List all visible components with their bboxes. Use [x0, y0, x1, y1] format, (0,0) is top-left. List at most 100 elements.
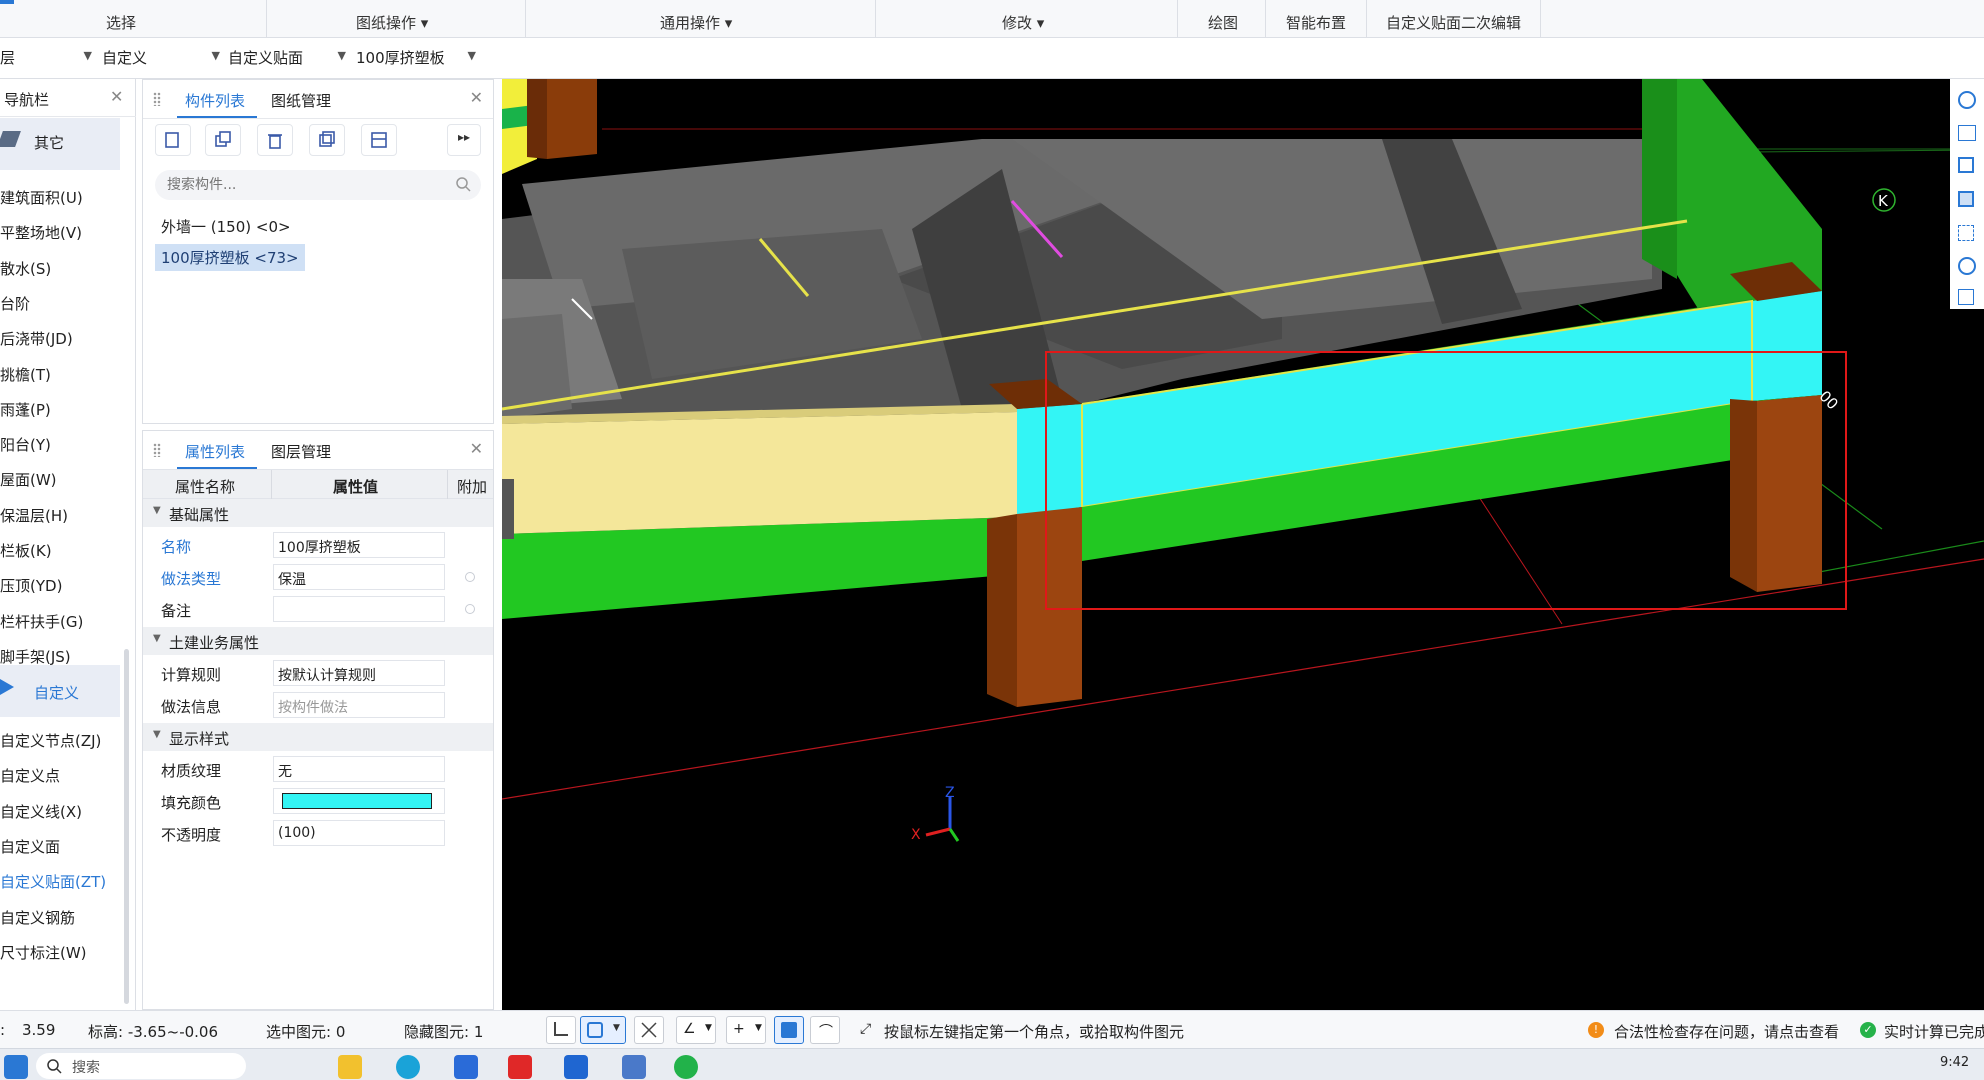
check-icon: ✓	[1860, 1022, 1876, 1038]
prop-name-value[interactable]: 100厚挤塑板	[273, 532, 445, 558]
nav-item[interactable]: 阳台(Y)	[0, 434, 51, 455]
2d-view-icon[interactable]	[1958, 125, 1976, 141]
group-basic-properties[interactable]: ▼ 基础属性	[143, 499, 493, 527]
store-icon[interactable]	[454, 1055, 478, 1079]
close-icon[interactable]: ✕	[470, 88, 483, 107]
nav-item[interactable]: 后浇带(JD)	[0, 328, 73, 349]
nav-item[interactable]: 雨蓬(P)	[0, 399, 51, 420]
nav-item[interactable]: 建筑面积(U)	[0, 187, 83, 208]
floor-select[interactable]: 层 ▼	[0, 47, 92, 71]
status-warning[interactable]: 合法性检查存在问题，请点击查看	[1614, 1021, 1839, 1042]
nav-item[interactable]: 自定义线(X)	[0, 801, 82, 822]
nav-item[interactable]: 自定义节点(ZJ)	[0, 730, 101, 751]
box-view-icon[interactable]	[1958, 157, 1974, 173]
category-select[interactable]: 自定义 ▼	[102, 47, 220, 71]
offset-toggle[interactable]: + ▼	[726, 1016, 766, 1044]
tab-drawing-management[interactable]: 图纸管理	[271, 90, 331, 111]
nav-group-custom[interactable]: 自定义	[34, 682, 79, 703]
nav-item[interactable]: 栏杆扶手(G)	[0, 611, 83, 632]
tab-component-list[interactable]: 构件列表	[185, 90, 245, 111]
drag-handle-icon[interactable]	[153, 443, 161, 457]
zoom-window-icon[interactable]	[1958, 225, 1974, 241]
prop-method-type-value[interactable]: 保温	[273, 564, 445, 590]
axis-label-k: K	[1878, 192, 1889, 210]
ribbon-select[interactable]: 选择	[106, 12, 136, 33]
attach-checkbox[interactable]	[465, 604, 475, 614]
cross-toggle[interactable]	[634, 1016, 664, 1044]
prop-label: 计算规则	[161, 666, 222, 684]
prop-remark-value[interactable]	[273, 596, 445, 622]
tab-layer-management[interactable]: 图层管理	[271, 441, 331, 462]
delete-component-button[interactable]	[257, 124, 293, 156]
rotate-view-icon[interactable]	[1958, 257, 1976, 275]
nav-item[interactable]: 压顶(YD)	[0, 575, 62, 596]
nav-item[interactable]: 脚手架(JS)	[0, 646, 71, 667]
prop-texture-value[interactable]: 无	[273, 756, 445, 782]
nav-item[interactable]: 尺寸标注(W)	[0, 942, 87, 963]
prop-opacity-value[interactable]: (100)	[273, 820, 445, 846]
component-item-selected[interactable]: 100厚挤塑板 <73>	[155, 244, 305, 271]
solid-view-icon[interactable]	[1958, 191, 1974, 207]
nav-group-other[interactable]: 其它	[34, 132, 64, 153]
status-scale-prefix: :	[0, 1021, 6, 1039]
ribbon-modify[interactable]: 修改 ▾	[1002, 12, 1044, 33]
snap-toggle[interactable]: ▼	[580, 1016, 626, 1044]
nav-item[interactable]: 保温层(H)	[0, 505, 68, 526]
attach-checkbox[interactable]	[465, 572, 475, 582]
3d-scene[interactable]: K 00 Z X	[502, 79, 1984, 1010]
search-icon[interactable]	[455, 176, 471, 192]
ortho-toggle[interactable]	[546, 1016, 576, 1044]
nav-item-selected[interactable]: 自定义贴面(ZT)	[0, 871, 106, 892]
start-icon[interactable]	[4, 1055, 28, 1079]
nav-item[interactable]: 自定义面	[0, 836, 60, 857]
drag-handle-icon[interactable]	[153, 92, 161, 106]
prop-calc-rule-value[interactable]: 按默认计算规则	[273, 660, 445, 686]
new-component-button[interactable]	[155, 124, 191, 156]
nav-item[interactable]: 平整场地(V)	[0, 222, 82, 243]
warning-icon: !	[1588, 1022, 1604, 1038]
prop-method-info-value[interactable]: 按构件做法	[273, 692, 445, 718]
tab-property-list[interactable]: 属性列表	[185, 441, 245, 462]
taskbar-search[interactable]: 搜索	[36, 1053, 246, 1079]
dynamic-input-toggle[interactable]	[774, 1016, 804, 1044]
component-select[interactable]: 100厚挤塑板 ▼	[356, 47, 476, 71]
ribbon-general-ops[interactable]: 通用操作 ▾	[660, 12, 732, 33]
nav-scrollbar[interactable]	[124, 649, 129, 1004]
prop-fill-color-value[interactable]	[273, 788, 445, 814]
group-display-style[interactable]: ▼ 显示样式	[143, 723, 493, 751]
3d-viewport[interactable]: K 00 Z X	[502, 79, 1984, 1010]
nav-item[interactable]: 自定义点	[0, 765, 60, 786]
selector-toolbar: 层 ▼ 自定义 ▼ 自定义贴面 ▼ 100厚挤塑板 ▼	[0, 39, 1984, 79]
component-item[interactable]: 外墙一 (150) <0>	[155, 213, 297, 240]
more-tools-button[interactable]: ▸▸	[447, 124, 481, 156]
chat-icon[interactable]	[674, 1055, 698, 1079]
group-civil-properties[interactable]: ▼ 土建业务属性	[143, 627, 493, 655]
nav-item[interactable]: 屋面(W)	[0, 469, 57, 490]
arc-toggle[interactable]: ⌒	[810, 1016, 840, 1044]
prop-row-remark: 备注	[143, 593, 493, 625]
layer-copy-button[interactable]	[309, 124, 345, 156]
ribbon-custom-facing-edit[interactable]: 自定义贴面二次编辑	[1386, 12, 1521, 33]
subcategory-select[interactable]: 自定义贴面 ▼	[228, 47, 346, 71]
list-view-icon[interactable]	[1958, 289, 1974, 305]
nav-item[interactable]: 自定义钢筋	[0, 907, 75, 928]
close-icon[interactable]: ✕	[110, 87, 123, 106]
angle-toggle[interactable]: ∠ ▼	[676, 1016, 716, 1044]
close-icon[interactable]: ✕	[470, 439, 483, 458]
nav-item[interactable]: 栏板(K)	[0, 540, 52, 561]
app-icon-blue[interactable]	[564, 1055, 588, 1079]
search-input[interactable]	[167, 175, 447, 195]
nav-item[interactable]: 挑檐(T)	[0, 364, 51, 385]
ribbon-smart-layout[interactable]: 智能布置	[1286, 12, 1346, 33]
nav-item[interactable]: 散水(S)	[0, 258, 51, 279]
folder-icon[interactable]	[338, 1055, 362, 1079]
app-icon-red[interactable]	[508, 1055, 532, 1079]
copy-component-button[interactable]	[205, 124, 241, 156]
ribbon-drawing-ops[interactable]: 图纸操作 ▾	[356, 12, 428, 33]
browser-icon[interactable]	[396, 1055, 420, 1079]
orbit-icon[interactable]	[1958, 91, 1976, 109]
nav-item[interactable]: 台阶	[0, 293, 30, 314]
app-icon-glodon[interactable]	[622, 1055, 646, 1079]
ribbon-draw[interactable]: 绘图	[1208, 12, 1238, 33]
batch-edit-button[interactable]	[361, 124, 397, 156]
